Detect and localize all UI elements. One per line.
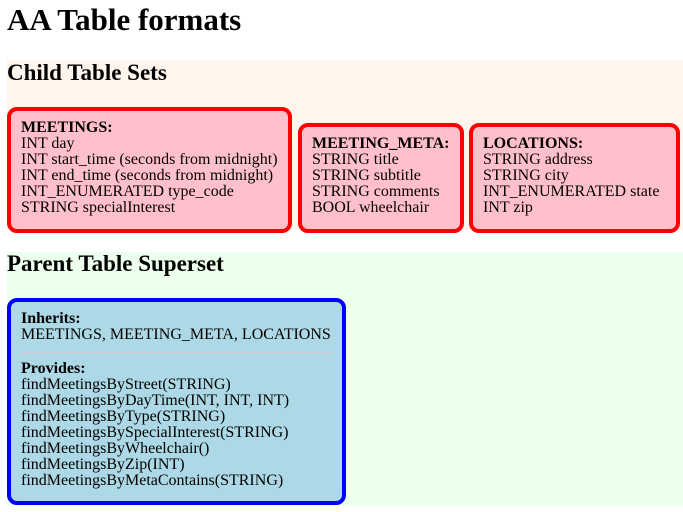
table-name: LOCATIONS: (483, 135, 584, 152)
provided-method: findMeetingsByWheelchair() (21, 440, 210, 457)
meetings-table-box: MEETINGS: INT day INT start_time (second… (7, 107, 292, 233)
provided-method: findMeetingsByDayTime(INT, INT, INT) (21, 392, 290, 409)
provides-label: Provides: (21, 360, 86, 377)
child-table-sets-section: Child Table Sets MEETINGS: INT day INT s… (7, 60, 683, 233)
table-field: BOOL wheelchair (312, 199, 430, 216)
locations-table-box: LOCATIONS: STRING address STRING city IN… (469, 123, 680, 233)
table-field: STRING comments (312, 183, 440, 200)
table-field: STRING title (312, 151, 399, 168)
table-field: INT end_time (seconds from midnight) (21, 167, 274, 184)
table-field: INT zip (483, 199, 533, 216)
table-name: MEETING_META: (312, 135, 450, 152)
table-field: INT_ENUMERATED state (483, 183, 660, 200)
table-field: STRING specialInterest (21, 199, 176, 216)
table-field: INT day (21, 135, 75, 152)
child-section-heading: Child Table Sets (7, 60, 167, 85)
table-name: MEETINGS: (21, 119, 113, 136)
provided-method: findMeetingsBySpecialInterest(STRING) (21, 424, 289, 441)
table-field: STRING city (483, 167, 569, 184)
inherits-value: MEETINGS, MEETING_META, LOCATIONS (21, 326, 331, 343)
parent-table-superset-section: Parent Table Superset Inherits: MEETINGS… (7, 251, 683, 506)
meeting-meta-table-box: MEETING_META: STRING title STRING subtit… (298, 123, 464, 233)
inherits-label: Inherits: (21, 310, 81, 327)
table-field: INT_ENUMERATED type_code (21, 183, 234, 200)
provided-method: findMeetingsByStreet(STRING) (21, 376, 231, 393)
provided-method: findMeetingsByZip(INT) (21, 456, 185, 473)
parent-table-box: Inherits: MEETINGS, MEETING_META, LOCATI… (7, 298, 346, 505)
provided-method: findMeetingsByMetaContains(STRING) (21, 472, 284, 489)
table-field: STRING subtitle (312, 167, 421, 184)
provided-method: findMeetingsByType(STRING) (21, 408, 226, 425)
table-field: STRING address (483, 151, 593, 168)
page-title: AA Table formats (7, 2, 242, 37)
table-field: INT start_time (seconds from midnight) (21, 151, 278, 168)
divider (21, 352, 332, 353)
parent-section-heading: Parent Table Superset (7, 251, 224, 276)
